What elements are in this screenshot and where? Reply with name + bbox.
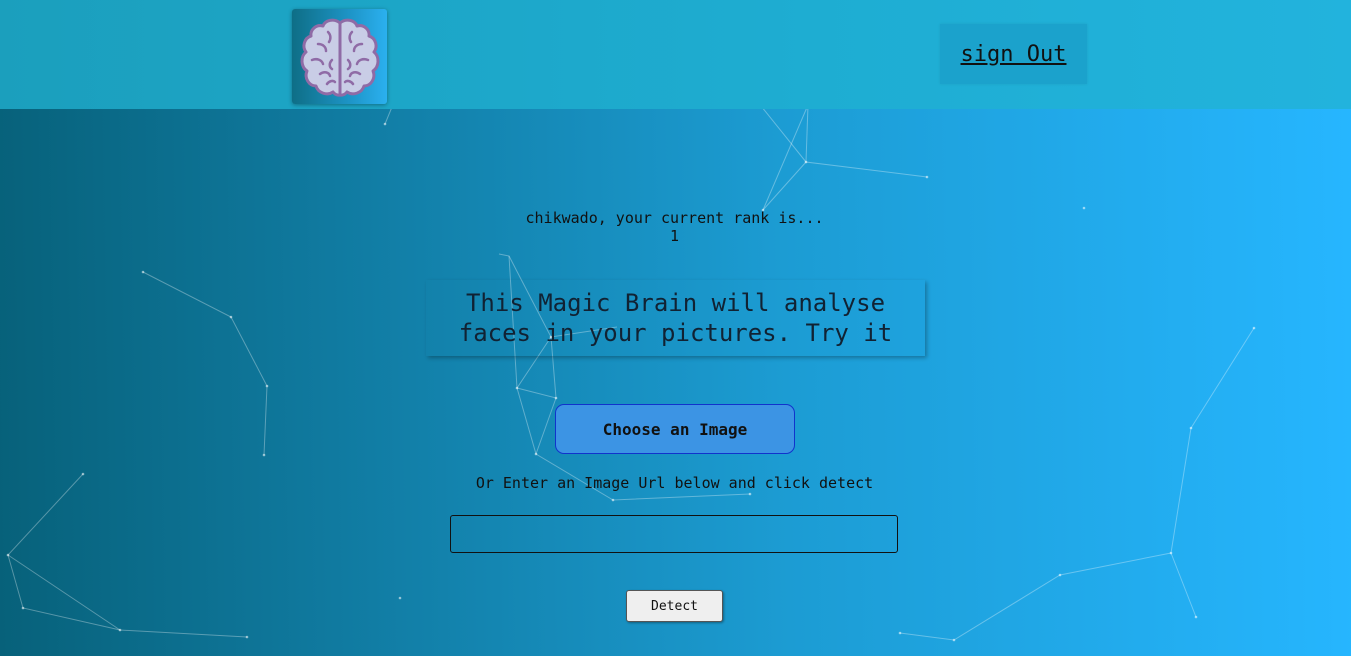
brain-icon <box>300 18 380 97</box>
url-instruction: Or Enter an Image Url below and click de… <box>475 474 874 492</box>
rank-value: 1 <box>669 227 680 245</box>
top-navigation-bar <box>0 0 1351 109</box>
intro-text: This Magic Brain will analyse faces in y… <box>458 289 893 347</box>
rank-message: chikwado, your current rank is... <box>525 209 824 227</box>
sign-out-link[interactable]: sign Out <box>940 24 1087 84</box>
logo[interactable] <box>292 9 387 104</box>
image-url-input[interactable] <box>450 515 898 553</box>
intro-text-box: This Magic Brain will analyse faces in y… <box>426 280 925 356</box>
detect-button[interactable]: Detect <box>626 590 723 622</box>
choose-image-button[interactable]: Choose an Image <box>555 404 795 454</box>
